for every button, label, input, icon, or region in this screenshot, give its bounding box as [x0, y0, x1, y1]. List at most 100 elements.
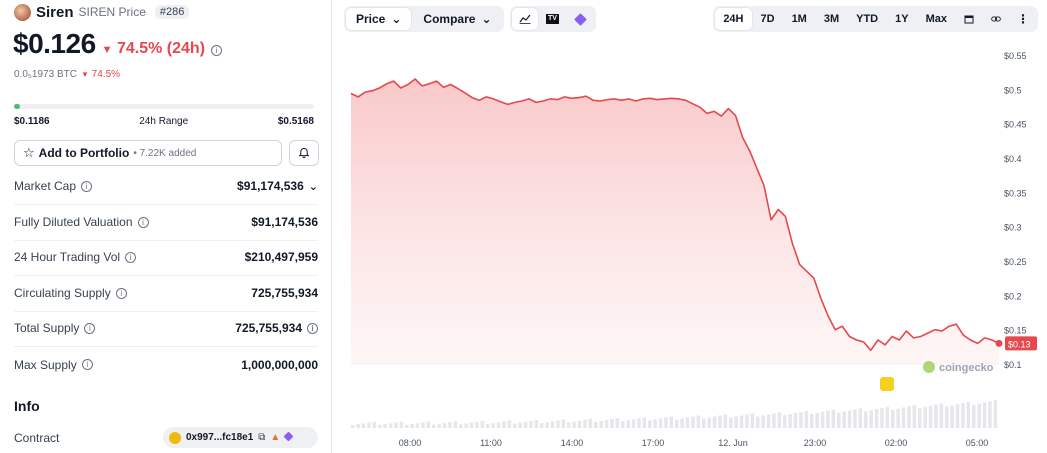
y-axis-tick-label: $0.2: [1004, 291, 1022, 301]
volume-bar: [518, 422, 522, 428]
volume-bar: [793, 413, 798, 428]
volume-bar: [577, 420, 582, 428]
x-axis-tick-label: 12. Jun: [718, 438, 748, 448]
volume-bar: [469, 422, 474, 428]
bnb-chain-icon: [169, 431, 181, 444]
volume-bar: [480, 420, 485, 428]
portfolio-added-count: • 7.22K added: [133, 147, 197, 159]
info-icon[interactable]: i: [307, 322, 318, 334]
volume-bar: [799, 412, 803, 428]
volume-bar: [826, 410, 830, 428]
volume-bar: [604, 420, 609, 428]
calendar-button[interactable]: [956, 8, 982, 30]
volume-bar: [556, 420, 560, 428]
tab-price[interactable]: Price ⌄: [346, 8, 412, 30]
volume-bar: [745, 414, 749, 428]
tab-period-24h[interactable]: 24H: [715, 8, 752, 30]
info-icon[interactable]: i: [137, 216, 149, 228]
down-triangle-icon: ▼: [80, 70, 89, 79]
y-axis-tick-label: $0.15: [1004, 326, 1027, 336]
bell-icon: [298, 147, 310, 159]
volume-bar: [561, 419, 566, 428]
tab-period-3m[interactable]: 3M: [816, 8, 847, 30]
info-icon[interactable]: i: [81, 359, 93, 371]
volume-bar: [907, 406, 911, 428]
range-bar: [14, 104, 314, 109]
chevron-down-icon[interactable]: ⌄: [309, 180, 318, 193]
stat-label-text: Circulating Supply: [14, 286, 111, 301]
tab-period-ytd[interactable]: YTD: [848, 8, 886, 30]
info-icon[interactable]: i: [125, 251, 137, 263]
x-axis-tick-label: 17:00: [642, 438, 665, 448]
more-chains-icon[interactable]: [283, 431, 294, 443]
volume-bar: [410, 424, 414, 428]
volume-bar: [356, 424, 360, 428]
volume-bar: [367, 422, 371, 428]
more-options-button[interactable]: ⋮: [1010, 8, 1036, 30]
stat-label: Max Supply i: [14, 358, 93, 372]
advanced-chart-button[interactable]: [568, 8, 594, 30]
volume-bar: [437, 423, 441, 428]
stat-row-max-supply: Max Supply i 1,000,000,000: [14, 347, 318, 383]
current-price-dot: [995, 339, 1003, 347]
price-alert-button[interactable]: [289, 140, 319, 166]
volume-bar: [648, 420, 652, 428]
line-chart-button[interactable]: [511, 8, 538, 30]
stat-row-fdv: Fully Diluted Valuation i $91,174,536: [14, 205, 318, 241]
info-icon[interactable]: i: [211, 45, 223, 56]
volume-bar: [405, 424, 409, 428]
volume-bar: [426, 421, 431, 428]
price-area-fill: [351, 79, 999, 364]
range-high: $0.5168: [277, 116, 314, 127]
add-to-portfolio-button[interactable]: ☆ Add to Portfolio • 7.22K added: [14, 140, 282, 166]
volume-bar: [820, 411, 825, 428]
volume-bar: [729, 417, 733, 428]
volume-bar: [977, 403, 981, 428]
volume-bar: [772, 413, 776, 428]
price-change: ▼ 74.5% (24h): [102, 40, 205, 58]
volume-bar: [804, 411, 809, 428]
stat-label: 24 Hour Trading Vol i: [14, 250, 137, 264]
range-low: $0.1186: [14, 116, 50, 127]
chart-toolbar: Price ⌄ Compare ⌄ TV: [344, 6, 596, 32]
tab-period-7d[interactable]: 7D: [753, 8, 783, 30]
tab-period-max[interactable]: Max: [918, 8, 955, 30]
price-row: $0.126 ▼ 74.5% (24h) i: [13, 28, 223, 60]
chevron-down-icon: ⌄: [481, 12, 492, 26]
volume-bar: [475, 421, 479, 428]
volume-bar: [631, 419, 636, 428]
volume-bar: [540, 423, 544, 428]
volume-bar: [815, 412, 819, 428]
volume-bar: [653, 419, 657, 428]
info-icon[interactable]: i: [115, 287, 127, 299]
volume-bar: [928, 405, 933, 428]
link-icon: [991, 16, 1001, 22]
volume-bar: [972, 404, 976, 428]
info-icon[interactable]: i: [84, 322, 96, 334]
copy-icon[interactable]: ⧉: [258, 432, 265, 443]
volume-bar: [853, 409, 857, 428]
volume-bar: [502, 421, 506, 428]
volume-bar: [734, 416, 738, 428]
stat-value: $210,497,959: [244, 250, 318, 265]
info-icon[interactable]: i: [81, 180, 93, 192]
tab-compare[interactable]: Compare ⌄: [413, 8, 501, 30]
volume-bar: [739, 415, 744, 428]
tab-period-1m[interactable]: 1M: [784, 8, 815, 30]
coingecko-logo-icon: [923, 361, 935, 373]
tradingview-button[interactable]: TV: [540, 8, 566, 30]
share-link-button[interactable]: [983, 8, 1009, 30]
volume-bar: [523, 421, 528, 428]
volume-bar: [534, 420, 539, 428]
volume-bar: [372, 421, 377, 428]
y-axis-tick-label: $0.35: [1004, 188, 1027, 198]
contract-address-pill[interactable]: 0x997...fc18e1 ⧉ ▲: [163, 427, 318, 448]
volume-bar: [399, 421, 404, 428]
volume-bar: [934, 404, 938, 428]
metamask-icon[interactable]: ▲: [270, 432, 280, 443]
tab-period-1y[interactable]: 1Y: [887, 8, 916, 30]
volume-bar: [550, 421, 555, 428]
volume-bar: [588, 418, 593, 428]
volume-bar: [847, 410, 852, 428]
x-axis-tick-label: 05:00: [966, 438, 989, 448]
